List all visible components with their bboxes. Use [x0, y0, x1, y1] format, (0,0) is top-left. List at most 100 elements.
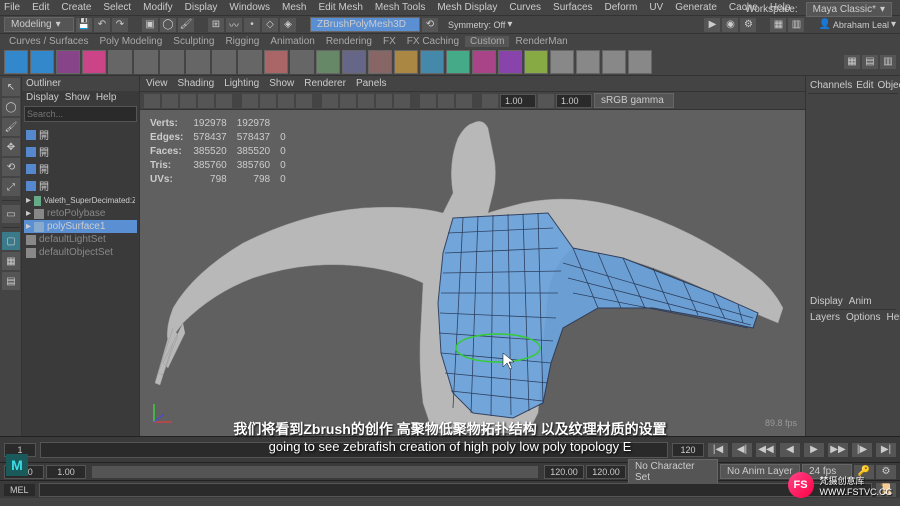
symmetry-dropdown[interactable]: Symmetry: Off	[448, 20, 505, 30]
shelf-px-icon[interactable]	[4, 50, 28, 74]
menu-mesh-tools[interactable]: Mesh Tools	[375, 2, 425, 13]
lasso-icon[interactable]: ◯	[160, 18, 176, 32]
shelf-nx-icon[interactable]	[30, 50, 54, 74]
move-tool-icon[interactable]: ✥	[2, 138, 20, 156]
layout-four-icon[interactable]: ▦	[2, 252, 20, 270]
menu-modify[interactable]: Modify	[143, 2, 172, 13]
shelf-custom17-icon[interactable]	[524, 50, 548, 74]
live-object-field[interactable]: ZBrushPolyMesh3D	[310, 17, 420, 32]
outliner-menu-show[interactable]: Show	[65, 92, 90, 103]
shelf-custom10-icon[interactable]	[342, 50, 366, 74]
tab-edit[interactable]: Edit	[856, 80, 873, 91]
snap-plane-icon[interactable]: ◇	[262, 18, 278, 32]
layers-tab[interactable]: Layers	[810, 312, 840, 323]
workspace-dropdown[interactable]: Maya Classic*▾	[806, 2, 892, 17]
paint-select-icon[interactable]: 🖌	[178, 18, 194, 32]
display-tab[interactable]: Display	[810, 296, 843, 307]
outliner-menu-help[interactable]: Help	[96, 92, 117, 103]
vp-wireframe-icon[interactable]	[322, 94, 338, 108]
exposure-input[interactable]	[500, 94, 536, 108]
user-name[interactable]: Abraham Leal	[833, 20, 889, 30]
shelf-custom4-icon[interactable]	[186, 50, 210, 74]
go-end-icon[interactable]: ▶|	[876, 443, 896, 457]
outliner-item[interactable]: 開	[24, 160, 137, 177]
shelf-tab-animation[interactable]: Animation	[265, 36, 319, 47]
shelf-custom16-icon[interactable]	[498, 50, 522, 74]
ipr-icon[interactable]: ◉	[722, 18, 738, 32]
toggle-attribute-icon[interactable]: ▤	[862, 55, 878, 69]
shelf-custom8-icon[interactable]	[290, 50, 314, 74]
menu-file[interactable]: File	[4, 2, 20, 13]
vp-grease-icon[interactable]	[216, 94, 232, 108]
menu-mesh-display[interactable]: Mesh Display	[437, 2, 497, 13]
shelf-tab-poly[interactable]: Poly Modeling	[94, 36, 167, 47]
vp-grid-icon[interactable]	[242, 94, 258, 108]
shelf-custom18-icon[interactable]	[550, 50, 574, 74]
snap-live-icon[interactable]: ◈	[280, 18, 296, 32]
snap-grid-icon[interactable]: ⊞	[208, 18, 224, 32]
rotate-tool-icon[interactable]: ⟲	[2, 158, 20, 176]
shelf-custom11-icon[interactable]	[368, 50, 392, 74]
render-icon[interactable]: ▶	[704, 18, 720, 32]
menu-curves[interactable]: Curves	[509, 2, 541, 13]
menu-edit-mesh[interactable]: Edit Mesh	[318, 2, 362, 13]
character-set-dropdown[interactable]: No Character Set	[628, 459, 718, 485]
vp-xray-icon[interactable]	[438, 94, 454, 108]
vp-film-gate-icon[interactable]	[260, 94, 276, 108]
options-tab[interactable]: Options	[846, 312, 880, 323]
shelf-custom5-icon[interactable]	[212, 50, 236, 74]
shelf-custom13-icon[interactable]	[420, 50, 444, 74]
step-fwd-icon[interactable]: |▶	[852, 443, 872, 457]
cmd-language-label[interactable]: MEL	[4, 484, 35, 496]
shelf-tab-sculpt[interactable]: Sculpting	[168, 36, 219, 47]
vp-menu-lighting[interactable]: Lighting	[224, 78, 259, 89]
shelf-custom21-icon[interactable]	[628, 50, 652, 74]
menu-generate[interactable]: Generate	[675, 2, 717, 13]
viewport[interactable]: View Shading Lighting Show Renderer Pane…	[140, 76, 805, 436]
anim-tab[interactable]: Anim	[849, 296, 872, 307]
menu-uv[interactable]: UV	[649, 2, 663, 13]
menu-edit[interactable]: Edit	[32, 2, 49, 13]
vp-menu-view[interactable]: View	[146, 78, 168, 89]
outliner-item-selected[interactable]: ▸polySurface1	[24, 220, 137, 233]
paint-tool-icon[interactable]: 🖌	[2, 118, 20, 136]
shelf-custom3-icon[interactable]	[160, 50, 184, 74]
undo-icon[interactable]: ↶	[94, 18, 110, 32]
shelf-tab-rigging[interactable]: Rigging	[220, 36, 264, 47]
help-tab[interactable]: Help	[886, 312, 900, 323]
shelf-custom19-icon[interactable]	[576, 50, 600, 74]
vp-lights-icon[interactable]	[376, 94, 392, 108]
shelf-custom12-icon[interactable]	[394, 50, 418, 74]
select-tool-icon[interactable]: ↖	[2, 78, 20, 96]
vp-shaded-icon[interactable]	[340, 94, 356, 108]
vp-isolate-icon[interactable]	[420, 94, 436, 108]
shelf-custom1-icon[interactable]	[108, 50, 132, 74]
lasso-tool-icon[interactable]: ◯	[2, 98, 20, 116]
vp-exposure-icon[interactable]	[482, 94, 498, 108]
vp-gate-mask-icon[interactable]	[296, 94, 312, 108]
shelf-custom7-icon[interactable]	[264, 50, 288, 74]
panel-layout-icon[interactable]: ▦	[770, 18, 786, 32]
redo-icon[interactable]: ↷	[112, 18, 128, 32]
vp-2d-pan-icon[interactable]	[198, 94, 214, 108]
outliner-item[interactable]: ▸Valeth_SuperDecimated:ZBrushPolyM	[24, 194, 137, 207]
shelf-custom20-icon[interactable]	[602, 50, 626, 74]
tab-object[interactable]: Object	[878, 80, 900, 91]
range-end-input[interactable]	[544, 465, 584, 479]
tab-channels[interactable]: Channels	[810, 80, 852, 91]
layout-single-icon[interactable]: ▢	[2, 232, 20, 250]
shelf-custom14-icon[interactable]	[446, 50, 470, 74]
vp-select-camera-icon[interactable]	[144, 94, 160, 108]
outliner-search-input[interactable]	[24, 106, 137, 122]
vp-resolution-icon[interactable]	[278, 94, 294, 108]
colorspace-dropdown[interactable]: sRGB gamma	[594, 93, 674, 108]
vp-gamma-icon[interactable]	[538, 94, 554, 108]
shelf-tab-fxcache[interactable]: FX Caching	[402, 36, 464, 47]
gamma-input[interactable]	[556, 94, 592, 108]
layout-custom-icon[interactable]: ▤	[2, 272, 20, 290]
shelf-tab-fx[interactable]: FX	[378, 36, 401, 47]
mode-dropdown[interactable]: Modeling▾	[4, 17, 74, 32]
toggle-tool-icon[interactable]: ▥	[880, 55, 896, 69]
snap-curve-icon[interactable]: 〰	[226, 18, 242, 32]
vp-image-plane-icon[interactable]	[180, 94, 196, 108]
